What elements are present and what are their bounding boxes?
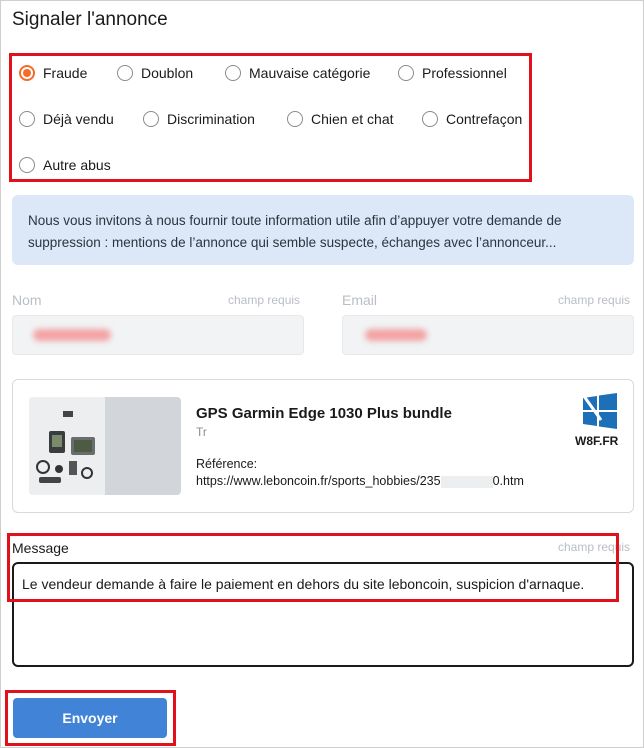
reason-radio-autre-abus[interactable]: Autre abus <box>19 157 111 173</box>
reason-radio-deja-vendu[interactable]: Déjà vendu <box>19 111 114 127</box>
reason-radio-mauvaise-categorie[interactable]: Mauvaise catégorie <box>225 65 370 81</box>
listing-card: GPS Garmin Edge 1030 Plus bundle Tr Réfé… <box>12 379 634 513</box>
reference-label: Référence: <box>196 457 258 471</box>
page-title: Signaler l'annonce <box>12 9 168 30</box>
listing-title[interactable]: GPS Garmin Edge 1030 Plus bundle <box>196 405 452 422</box>
radio-icon <box>398 65 414 81</box>
radio-selected-icon <box>19 65 35 81</box>
reason-label: Professionnel <box>422 65 507 81</box>
reference-url-end: 0.htm <box>492 474 524 488</box>
message-label: Message <box>12 540 69 556</box>
reason-radio-contrefacon[interactable]: Contrefaçon <box>422 111 522 127</box>
radio-icon <box>117 65 133 81</box>
reason-label: Fraude <box>43 65 88 81</box>
watermark-logo: W8F.FR <box>575 390 625 452</box>
radio-icon <box>422 111 438 127</box>
redacted-name <box>33 329 111 341</box>
redacted-email <box>365 329 427 341</box>
radio-icon <box>19 157 35 173</box>
reason-label: Mauvaise catégorie <box>249 65 371 81</box>
reason-radio-professionnel[interactable]: Professionnel <box>398 65 507 81</box>
info-notice: Nous vous invitons à nous fournir toute … <box>12 195 634 265</box>
radio-icon <box>225 65 241 81</box>
message-required-hint: champ requis <box>558 540 631 554</box>
listing-subtitle: Tr <box>196 425 207 439</box>
reason-label: Autre abus <box>43 157 111 173</box>
radio-icon <box>287 111 303 127</box>
radio-icon <box>19 111 35 127</box>
watermark-text: W8F.FR <box>575 434 619 448</box>
reason-radio-discrimination[interactable]: Discrimination <box>143 111 255 127</box>
listing-thumbnail <box>29 397 181 495</box>
reason-label: Déjà vendu <box>43 111 114 127</box>
name-field-label: Nom <box>12 292 42 308</box>
email-required-hint: champ requis <box>558 293 631 307</box>
reference-url[interactable]: https://www.leboncoin.fr/sports_hobbies/… <box>196 474 524 488</box>
reason-radio-fraude[interactable]: Fraude <box>19 65 87 81</box>
windows-logo-icon <box>579 391 617 429</box>
email-field-label: Email <box>342 292 378 308</box>
submit-button[interactable]: Envoyer <box>13 698 167 738</box>
reason-label: Chien et chat <box>311 111 394 127</box>
email-field[interactable] <box>342 315 634 355</box>
reason-radio-doublon[interactable]: Doublon <box>117 65 193 81</box>
redacted-id <box>440 475 493 488</box>
radio-icon <box>143 111 159 127</box>
reason-label: Contrefaçon <box>446 111 523 127</box>
name-required-hint: champ requis <box>228 293 301 307</box>
reason-label: Discrimination <box>167 111 255 127</box>
reason-radio-chien-et-chat[interactable]: Chien et chat <box>287 111 394 127</box>
listing-photo <box>29 397 105 495</box>
message-text: Le vendeur demande à faire le paiement e… <box>22 576 585 592</box>
reason-label: Doublon <box>141 65 194 81</box>
reference-url-start: https://www.leboncoin.fr/sports_hobbies/… <box>196 474 441 488</box>
name-field[interactable] <box>12 315 304 355</box>
